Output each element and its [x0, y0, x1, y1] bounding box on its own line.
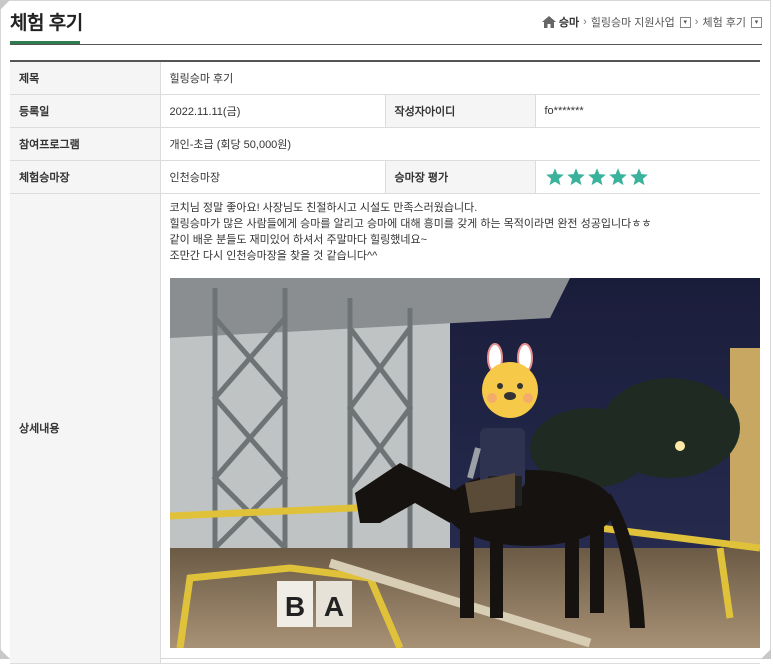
star-icon [629, 167, 648, 185]
table-row: 제목 힐링승마 후기 [10, 61, 761, 95]
breadcrumb: 승마 › 힐링승마 지원사업 ▾ › 체험 후기 ▾ [541, 14, 762, 30]
table-row: 상세내용 코치님 정말 좋아요! 사장님도 친절하시고 시설도 만족스러웠습니다… [10, 193, 761, 664]
table-row: 참여프로그램 개인-초급 (회당 50,000원) [10, 127, 761, 161]
author-id-label: 작성자아이디 [384, 94, 535, 128]
home-icon[interactable] [541, 16, 556, 28]
subject-label: 제목 [10, 61, 160, 95]
breadcrumb-item-review[interactable]: 체험 후기 [702, 14, 746, 30]
marker-letter: A [323, 591, 343, 622]
corner-decoration [0, 0, 10, 10]
venue-label: 체험승마장 [10, 160, 160, 194]
program-label: 참여프로그램 [10, 127, 160, 161]
marker-letter: B [284, 591, 304, 622]
chevron-down-icon[interactable]: ▾ [751, 16, 762, 28]
lamp [674, 440, 685, 451]
content-value: 코치님 정말 좋아요! 사장님도 친절하시고 시설도 만족스러웠습니다. 힐링승… [159, 193, 761, 664]
chevron-right-icon: › [694, 16, 699, 28]
star-icon [566, 167, 585, 185]
author-id-value: fo******* [534, 94, 761, 128]
content-line: 같이 배운 분들도 재미있어 하셔서 주말마다 힐링했네요~ [169, 233, 428, 246]
rating-value [534, 160, 761, 194]
table-row: 등록일 2022.11.11(금) 작성자아이디 fo******* [10, 94, 761, 128]
chevron-right-icon: › [583, 16, 587, 28]
star-icon [608, 167, 627, 185]
page-title: 체험 후기 [10, 13, 83, 34]
reg-date-value: 2022.11.11(금) [159, 94, 385, 128]
review-photo: B A [169, 277, 760, 648]
building [729, 347, 760, 548]
star-icon [545, 167, 564, 185]
venue-value: 인천승마장 [159, 160, 385, 194]
corner-decoration [761, 649, 771, 659]
content-line: 코치님 정말 좋아요! 사장님도 친절하시고 시설도 만족스러웠습니다. [169, 201, 478, 214]
rating-label: 승마장 평가 [384, 160, 535, 194]
content-line: 힐링승마가 많은 사람들에게 승마를 알리고 승마에 대해 흥미를 갖게 하는 … [169, 217, 652, 230]
breadcrumb-item-program[interactable]: 힐링승마 지원사업 [591, 14, 675, 30]
program-value: 개인-초급 (회당 50,000원) [159, 127, 761, 161]
reg-date-label: 등록일 [10, 94, 160, 128]
review-detail-table: 제목 힐링승마 후기 등록일 2022.11.11(금) 작성자아이디 fo**… [10, 60, 761, 664]
table-row: 체험승마장 인천승마장 승마장 평가 [10, 160, 761, 194]
breadcrumb-item-riding[interactable]: 승마 [559, 14, 579, 30]
chevron-down-icon[interactable]: ▾ [679, 16, 691, 28]
title-underline [10, 41, 80, 44]
content-line: 조만간 다시 인천승마장을 찾을 것 같습니다^^ [169, 249, 378, 262]
star-icon [587, 167, 606, 185]
subject-value: 힐링승마 후기 [159, 61, 761, 95]
star-rating [545, 167, 761, 187]
content-label: 상세내용 [10, 193, 160, 664]
corner-decoration [0, 649, 10, 659]
page-header: 체험 후기 승마 › 힐링승마 지원사업 ▾ › 체험 후기 ▾ [10, 0, 762, 45]
